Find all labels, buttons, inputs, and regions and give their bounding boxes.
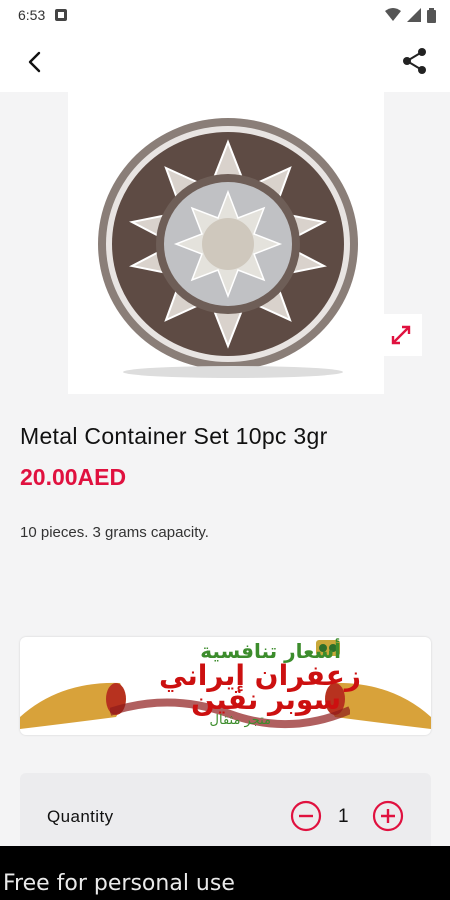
product-title: Metal Container Set 10pc 3gr <box>20 423 328 449</box>
status-time: 6:53 <box>18 7 46 23</box>
wifi-icon <box>385 8 401 21</box>
status-bar: 6:53 <box>0 0 450 30</box>
product-description: 10 pieces. 3 grams capacity. <box>20 524 209 541</box>
watermark-bar: Free for personal use <box>0 846 450 900</box>
expand-button[interactable] <box>380 314 422 356</box>
quantity-label: Quantity <box>47 807 114 826</box>
product-image[interactable] <box>68 92 384 394</box>
signal-icon <box>407 8 421 22</box>
watermark-text: Free for personal use <box>3 871 235 896</box>
expand-icon <box>391 325 411 345</box>
banner-line-4: متجر مثقال <box>209 713 271 728</box>
plus-circle-icon[interactable] <box>372 800 404 832</box>
banner-line-3: سوبر نقين <box>190 683 341 716</box>
battery-icon <box>427 7 436 23</box>
status-icons <box>385 7 436 23</box>
product-photo <box>98 118 358 378</box>
quantity-value: 1 <box>338 806 349 827</box>
minus-circle-icon[interactable] <box>290 800 322 832</box>
promo-banner[interactable]: أسعار تنافسية زعفران إيراني سوبر نقين مت… <box>20 637 431 735</box>
share-icon[interactable] <box>400 46 430 76</box>
product-price: 20.00AED <box>20 464 127 490</box>
back-arrow-icon[interactable] <box>20 47 50 77</box>
notification-icon <box>55 9 68 21</box>
app-bar <box>0 30 450 92</box>
